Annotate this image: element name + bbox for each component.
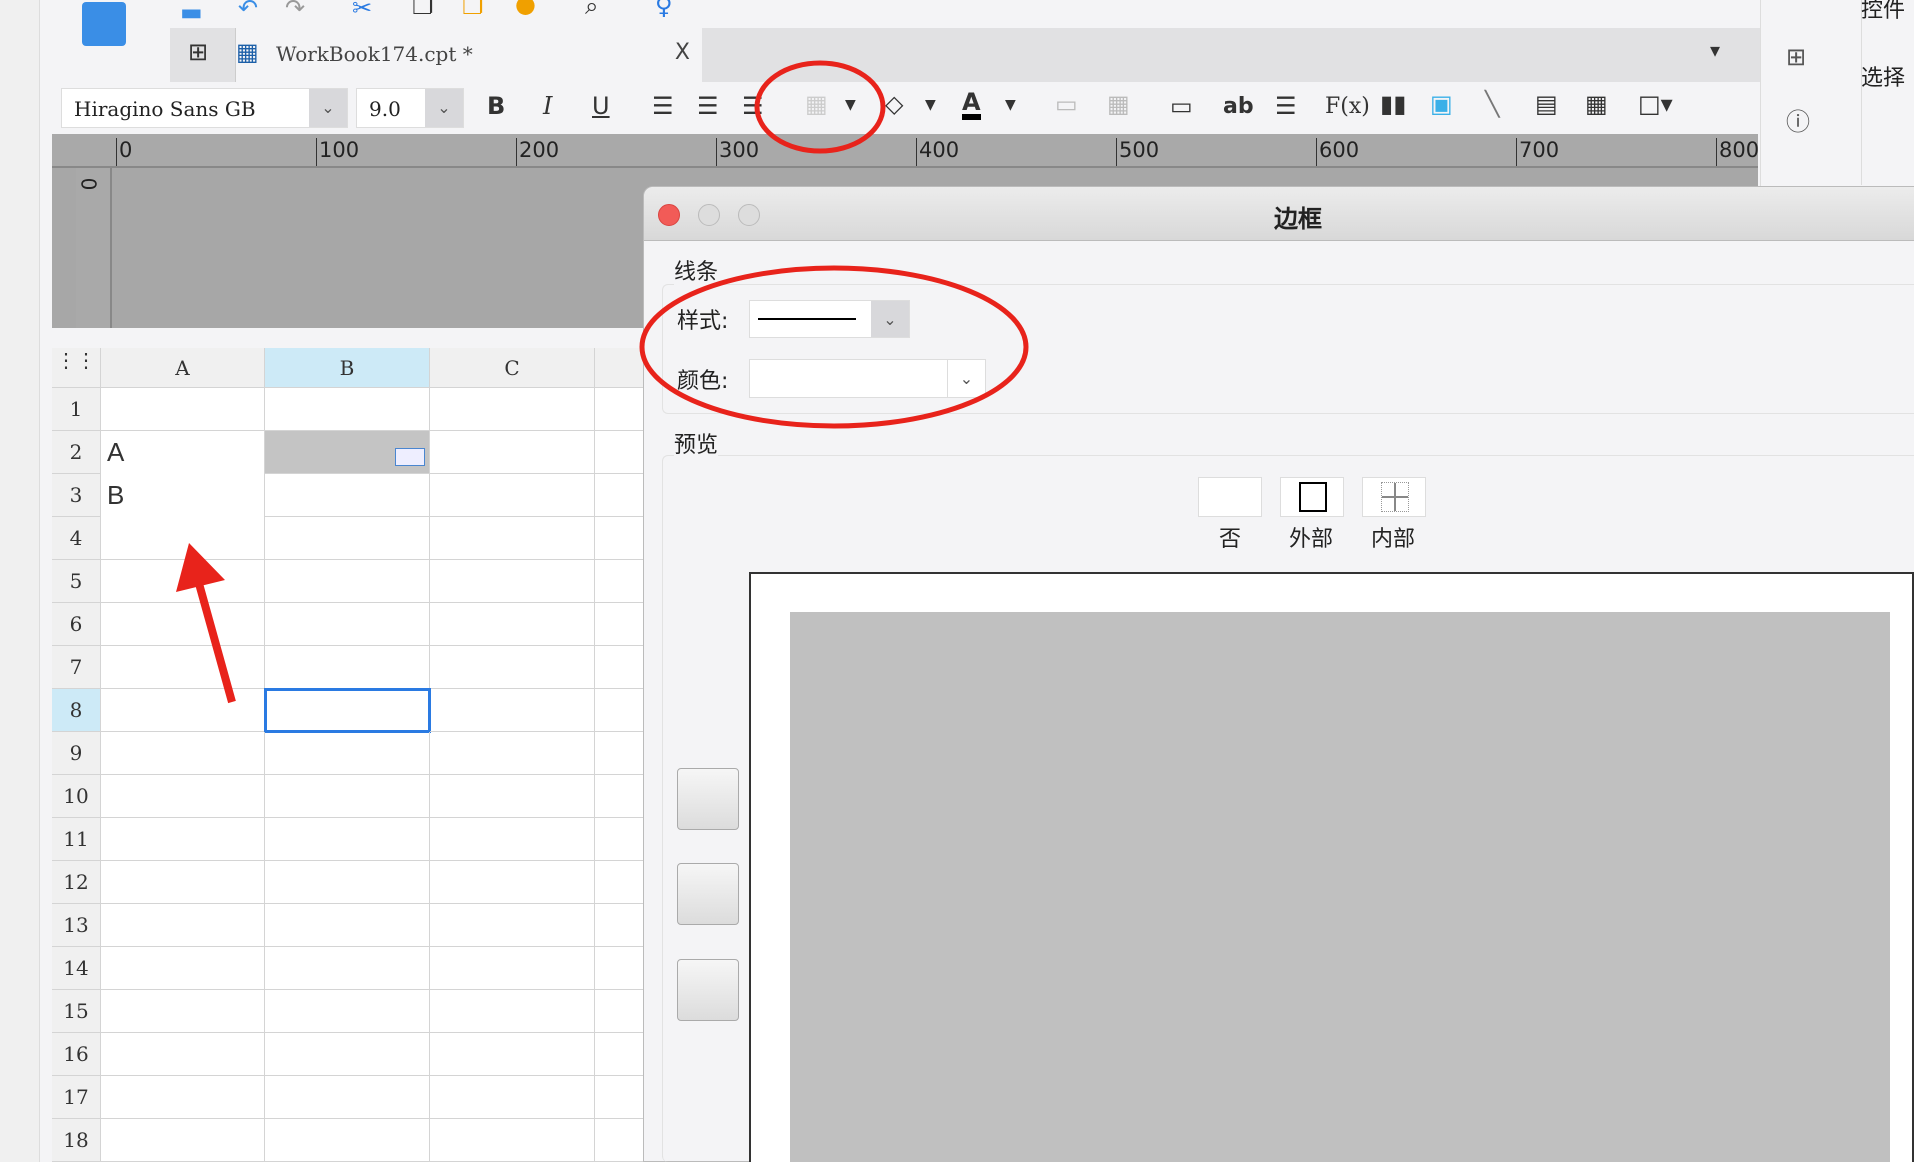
annotation-circle-line-settings [639, 265, 1029, 429]
annotation-overlay [176, 60, 1029, 704]
annotation-arrow-shaft [194, 578, 236, 704]
annotation-arrow-head [176, 543, 225, 592]
annotation-circle-border-tool [754, 60, 886, 154]
